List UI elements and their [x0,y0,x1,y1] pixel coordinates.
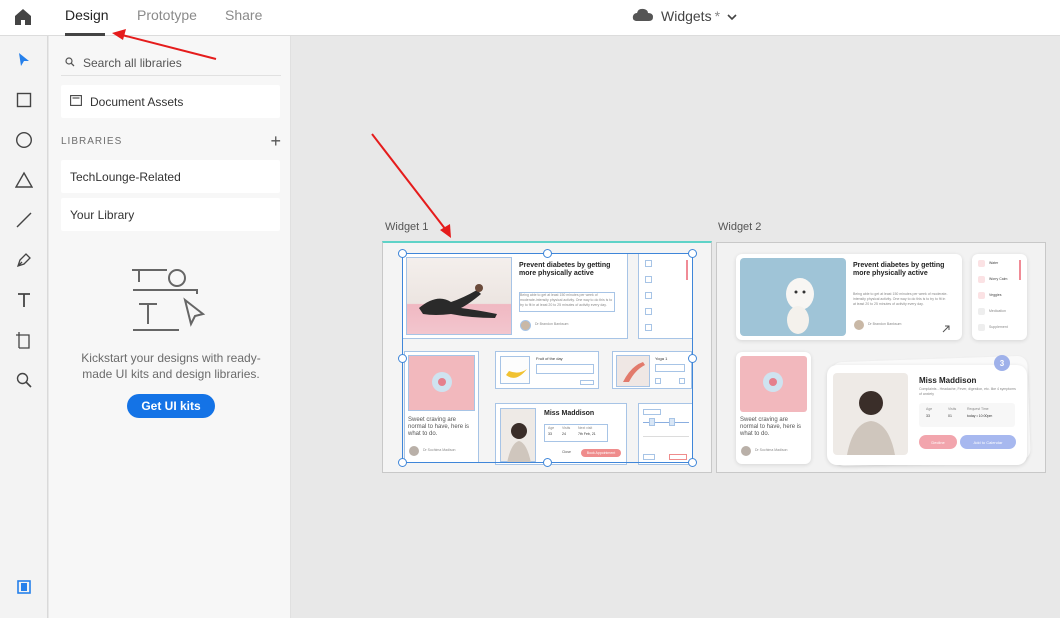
stat-label: Visits [948,407,957,411]
search-icon [65,56,75,70]
profile-name: Miss Maddison [919,376,977,385]
notification-badge: 3 [994,355,1010,371]
artboard-label-widget-2[interactable]: Widget 2 [718,221,761,233]
share-icon[interactable] [942,320,950,333]
craving-author: Dr Sochima Madison [755,448,788,452]
document-title-menu[interactable]: Widgets * [632,6,737,26]
document-icon [70,94,82,109]
cloud-icon [632,8,654,25]
triangle-tool-icon[interactable] [13,169,35,191]
author-avatar [854,320,864,330]
library-item-techlounge[interactable]: TechLounge-Related [61,160,280,193]
decline-button[interactable]: Decline [919,435,957,449]
libraries-heading: LIBRARIES [61,135,123,147]
resize-handle[interactable] [543,458,552,467]
checklist-item: Veggies [989,293,1002,297]
resize-handle[interactable] [543,249,552,258]
resize-handle[interactable] [398,354,407,363]
library-item-label: TechLounge-Related [70,169,181,184]
checklist-card[interactable]: Water Worry Calm Veggies Medication Supp… [972,254,1027,340]
artboard-widget-1[interactable]: Prevent diabetes by getting more physica… [382,241,712,473]
artboard-label-widget-1[interactable]: Widget 1 [385,221,428,233]
article-title: Prevent diabetes by getting more physica… [853,262,945,277]
article-card[interactable]: Prevent diabetes by getting more physica… [736,254,962,340]
libraries-header: LIBRARIES + [61,132,281,150]
stat-label: Request Time [967,407,989,411]
ellipse-tool-icon[interactable] [13,129,35,151]
text-tool-icon[interactable] [13,289,35,311]
tool-rail [0,36,48,618]
stat-label: Age [926,407,933,411]
tab-design[interactable]: Design [65,7,109,23]
profile-subtitle: Complaints - Headache, Fever, digestion,… [919,387,1016,396]
pink-photo [740,356,807,412]
article-author: Dr Brandon Banksum [868,322,902,326]
document-assets-card[interactable]: Document Assets [61,85,280,118]
checklist-item: Medication [989,309,1006,313]
add-to-calendar-button[interactable]: Add to Calendar [960,435,1016,449]
top-bar: Design Prototype Share Widgets * [0,0,1060,36]
line-tool-icon[interactable] [13,209,35,231]
libraries-panel-icon[interactable] [13,576,35,598]
tab-prototype[interactable]: Prototype [137,7,197,23]
resize-handle[interactable] [688,458,697,467]
document-assets-label: Document Assets [90,94,184,109]
chevron-down-icon [727,8,737,24]
ui-kits-illustration [127,264,217,334]
tab-share[interactable]: Share [225,7,262,23]
home-icon[interactable] [12,6,34,28]
stat-value: today • 10:00pm [967,414,993,418]
profile-card[interactable]: Miss Maddison Complaints - Headache, Fev… [827,365,1027,465]
rectangle-tool-icon[interactable] [13,89,35,111]
artboard-widget-2[interactable]: Prevent diabetes by getting more physica… [716,242,1046,473]
library-search[interactable]: Search all libraries [61,50,281,76]
stat-value: 01 [948,414,952,418]
resize-handle[interactable] [688,249,697,258]
resize-handle[interactable] [398,249,407,258]
library-item-your-library[interactable]: Your Library [61,198,280,231]
pen-tool-icon[interactable] [13,249,35,271]
select-tool-icon[interactable] [13,49,35,71]
resize-handle[interactable] [688,354,697,363]
promo-text: Kickstart your designs with ready-made U… [81,351,261,381]
libraries-panel: Search all libraries Document Assets LIB… [49,36,291,618]
artboard-tool-icon[interactable] [13,329,35,351]
checklist-item: Water [989,261,999,265]
profile-photo [833,373,908,455]
zoom-tool-icon[interactable] [13,369,35,391]
article-excerpt: Being able to get at least 150 minutes p… [853,292,948,306]
library-item-label: Your Library [70,207,135,222]
resize-handle[interactable] [398,458,407,467]
search-input[interactable]: Search all libraries [83,56,182,70]
get-ui-kits-button[interactable]: Get UI kits [127,394,215,418]
checklist-item: Supplement [989,325,1008,329]
add-library-icon[interactable]: + [270,132,281,150]
author-avatar [741,446,751,456]
unsaved-indicator: * [714,8,721,24]
craving-card[interactable]: Sweet craving are normal to have, here i… [736,352,811,464]
dog-photo [740,258,846,336]
craving-text: Sweet craving are normal to have, here i… [740,417,802,437]
selection-bounds[interactable] [402,253,693,463]
document-name: Widgets [661,8,712,24]
checklist-item: Worry Calm [989,277,1008,281]
stat-value: 33 [926,414,930,418]
